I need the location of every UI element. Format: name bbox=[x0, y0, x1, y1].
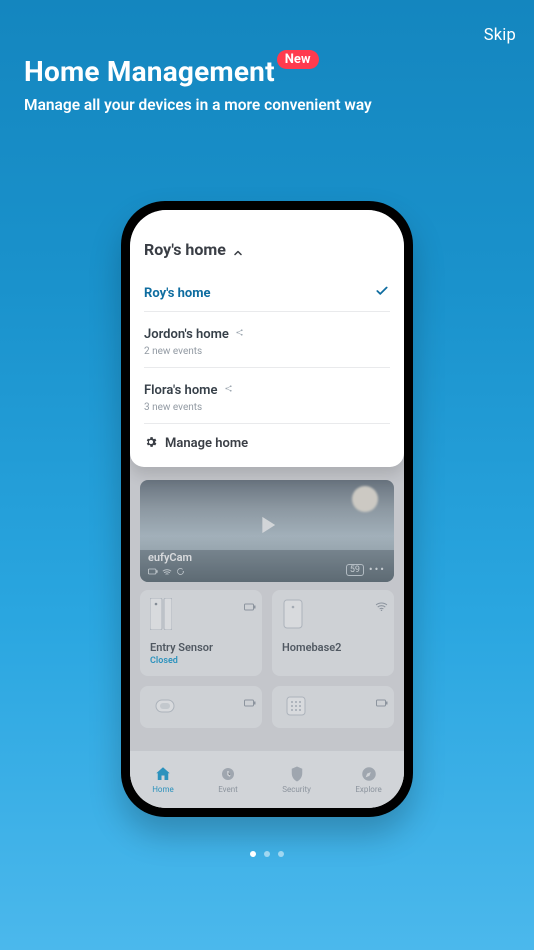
share-icon bbox=[224, 387, 233, 397]
home-row-name: Flora's home bbox=[144, 383, 233, 398]
home-name-text: Jordon's home bbox=[144, 327, 229, 342]
home-row-sub: 2 new events bbox=[144, 346, 390, 357]
home-row-jordon[interactable]: Jordon's home 2 new events bbox=[144, 312, 390, 368]
pager-dot-1[interactable] bbox=[250, 851, 256, 857]
page-subtitle: Manage all your devices in a more conven… bbox=[24, 96, 514, 114]
pager-dots bbox=[250, 851, 284, 857]
pager-dot-2[interactable] bbox=[264, 851, 270, 857]
manage-home-button[interactable]: Manage home bbox=[144, 424, 390, 459]
home-selector-popup: Roy's home Roy's home Jordon's ho bbox=[130, 210, 404, 467]
check-icon bbox=[374, 283, 390, 302]
current-home-name: Roy's home bbox=[144, 240, 226, 259]
chevron-up-icon bbox=[232, 244, 244, 256]
page-title: Home Management bbox=[24, 54, 275, 90]
header: Home Management New Manage all your devi… bbox=[24, 54, 514, 114]
home-list: Roy's home Jordon's home 2 new events bbox=[144, 271, 390, 424]
phone-mock: eufyCam 59 ••• bbox=[121, 201, 413, 817]
gear-icon bbox=[144, 434, 158, 453]
home-row-name: Jordon's home bbox=[144, 327, 244, 342]
home-row-flora[interactable]: Flora's home 3 new events bbox=[144, 368, 390, 424]
skip-button[interactable]: Skip bbox=[484, 26, 516, 45]
manage-home-label: Manage home bbox=[165, 436, 248, 451]
phone-screen: eufyCam 59 ••• bbox=[130, 210, 404, 808]
home-row-roy[interactable]: Roy's home bbox=[144, 271, 390, 312]
new-badge: New bbox=[277, 50, 319, 69]
title-row: Home Management New bbox=[24, 54, 514, 90]
share-icon bbox=[235, 331, 244, 341]
home-selector-header[interactable]: Roy's home bbox=[144, 240, 390, 269]
home-name-text: Flora's home bbox=[144, 383, 217, 398]
pager-dot-3[interactable] bbox=[278, 851, 284, 857]
home-row-sub: 3 new events bbox=[144, 402, 390, 413]
home-row-name: Roy's home bbox=[144, 286, 211, 301]
